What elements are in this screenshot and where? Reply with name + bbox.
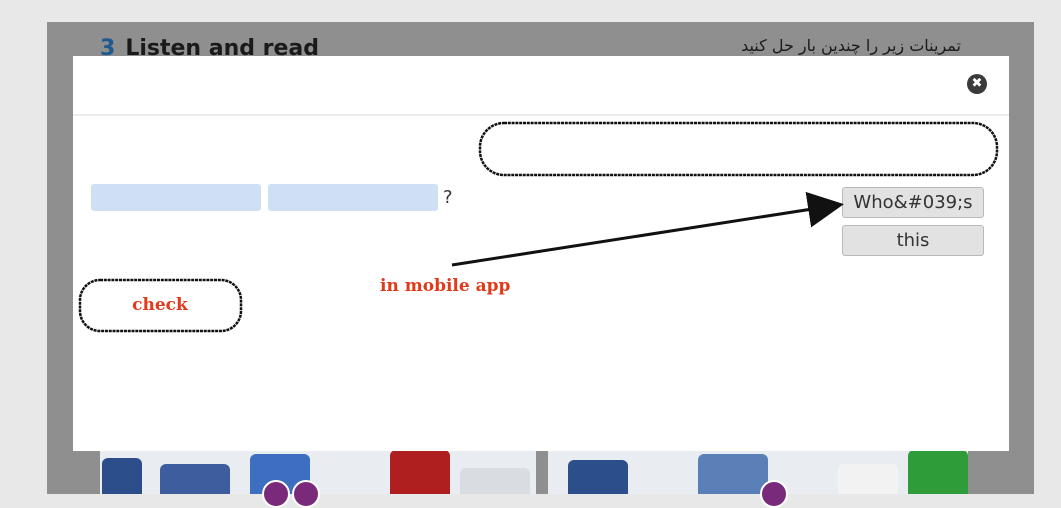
word-tile-whos[interactable]: Who&#039;s (842, 187, 984, 218)
question-mark: ? (443, 187, 453, 208)
audio-play-button-2[interactable] (292, 480, 320, 508)
answer-slot-2[interactable] (268, 184, 438, 211)
illustration-right (548, 450, 968, 494)
audio-play-button-3[interactable] (760, 480, 788, 508)
answer-slot-1[interactable] (91, 184, 261, 211)
word-tile-this[interactable]: this (842, 225, 984, 256)
close-icon[interactable]: ✖ (967, 74, 987, 94)
check-button[interactable]: check (80, 280, 240, 330)
modal-header: ✖ (73, 56, 1009, 116)
annotation-label: in mobile app (380, 276, 511, 296)
exercise-instruction: تمرینات زیر را چندین بار حل کنید (741, 36, 961, 55)
audio-play-button-1[interactable] (262, 480, 290, 508)
